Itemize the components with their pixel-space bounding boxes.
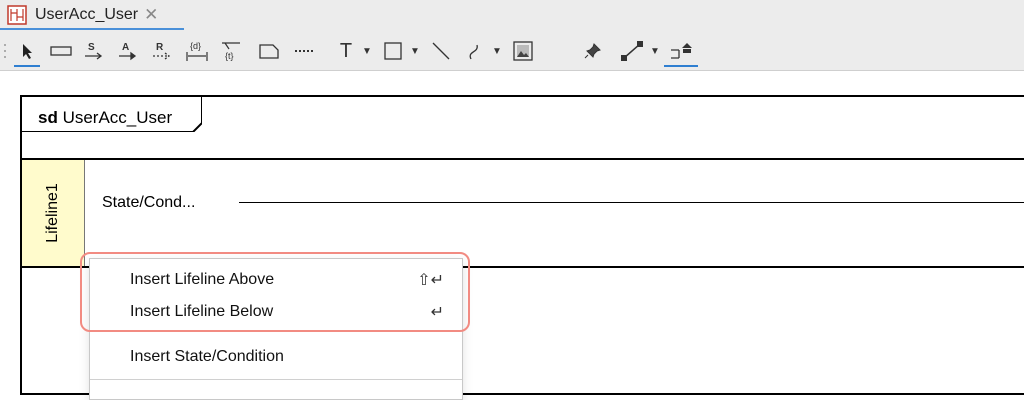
- state-timeline: [239, 202, 1024, 203]
- tab-useracc-user[interactable]: UserAcc_User ✕: [0, 0, 184, 30]
- duration-constraint-icon: {d}: [186, 41, 208, 61]
- pin-tool-button[interactable]: [580, 38, 606, 64]
- sequence-diagram-icon: [7, 5, 27, 25]
- menu-item-insert-state-condition[interactable]: Insert State/Condition: [90, 341, 462, 373]
- image-tool-button[interactable]: [510, 38, 536, 64]
- divider-line: [22, 158, 1024, 160]
- toolbar: S A R {d} {t} T ▼ ▼ ▼ ▼: [0, 32, 1024, 71]
- menu-separator: [90, 379, 462, 380]
- sync-message-button[interactable]: S: [82, 38, 106, 64]
- sync-message-icon: S: [85, 42, 103, 60]
- dotted-line-button[interactable]: [292, 38, 318, 64]
- align-icon: [671, 43, 692, 59]
- reply-message-button[interactable]: R: [150, 38, 174, 64]
- note-icon: [259, 44, 279, 59]
- time-constraint-button[interactable]: {t}: [218, 38, 244, 64]
- arrow-pointer-icon: [23, 44, 32, 59]
- connector-tool-dropdown[interactable]: ▼: [648, 38, 662, 64]
- tab-bar: UserAcc_User ✕: [0, 0, 1024, 32]
- line-tool-button[interactable]: [428, 38, 454, 64]
- text-tool-dropdown[interactable]: ▼: [360, 38, 374, 64]
- box-tool-button[interactable]: [380, 38, 406, 64]
- tab-active-indicator: [0, 28, 184, 30]
- select-tool-button[interactable]: [14, 38, 40, 67]
- connector-tool-button[interactable]: [618, 38, 646, 64]
- curve-icon: [469, 44, 478, 60]
- line-icon: [432, 42, 450, 60]
- svg-text:{d}: {d}: [190, 41, 201, 51]
- chevron-down-icon: ▼: [650, 45, 660, 57]
- tab-title: UserAcc_User: [35, 6, 139, 23]
- pin-icon: [584, 43, 601, 59]
- box-tool-dropdown[interactable]: ▼: [408, 38, 422, 64]
- lifeline-label: Lifeline1: [44, 183, 61, 243]
- frame-keyword: sd: [38, 108, 58, 127]
- svg-text:{t}: {t}: [225, 51, 234, 61]
- chevron-down-icon: ▼: [410, 45, 420, 57]
- svg-text:S: S: [88, 42, 95, 53]
- selected-indicator: [664, 65, 698, 67]
- selected-indicator: [14, 65, 40, 67]
- image-icon: [513, 41, 533, 61]
- frame-title: sd UserAcc_User: [38, 108, 172, 128]
- curve-tool-button[interactable]: [462, 38, 488, 64]
- text-tool-button[interactable]: T: [334, 38, 358, 64]
- rectangle-icon: [50, 46, 72, 56]
- chevron-down-icon: ▼: [492, 45, 502, 57]
- chevron-down-icon: ▼: [362, 45, 372, 57]
- toolbar-grip-icon: [2, 38, 8, 64]
- duration-constraint-button[interactable]: {d}: [184, 38, 210, 64]
- async-message-button[interactable]: A: [116, 38, 140, 64]
- frame-name: UserAcc_User: [62, 108, 173, 127]
- square-icon: [384, 42, 402, 60]
- reply-message-icon: R: [153, 42, 171, 60]
- lifeline-header[interactable]: Lifeline1: [22, 160, 85, 266]
- svg-text:R: R: [156, 42, 164, 53]
- connector-icon: [621, 41, 643, 61]
- align-tool-button[interactable]: [664, 38, 698, 67]
- menu-item-label: Insert State/Condition: [130, 348, 284, 365]
- async-message-icon: A: [119, 42, 137, 61]
- highlight-outline: [80, 252, 470, 332]
- dotted-line-icon: [295, 50, 315, 52]
- curve-tool-dropdown[interactable]: ▼: [490, 38, 504, 64]
- note-tool-button[interactable]: [256, 38, 282, 64]
- rectangle-tool-button[interactable]: [48, 38, 74, 64]
- close-icon[interactable]: ✕: [144, 5, 158, 25]
- time-constraint-icon: {t}: [222, 42, 240, 61]
- state-condition-label[interactable]: State/Cond...: [102, 194, 195, 212]
- svg-text:A: A: [122, 42, 129, 53]
